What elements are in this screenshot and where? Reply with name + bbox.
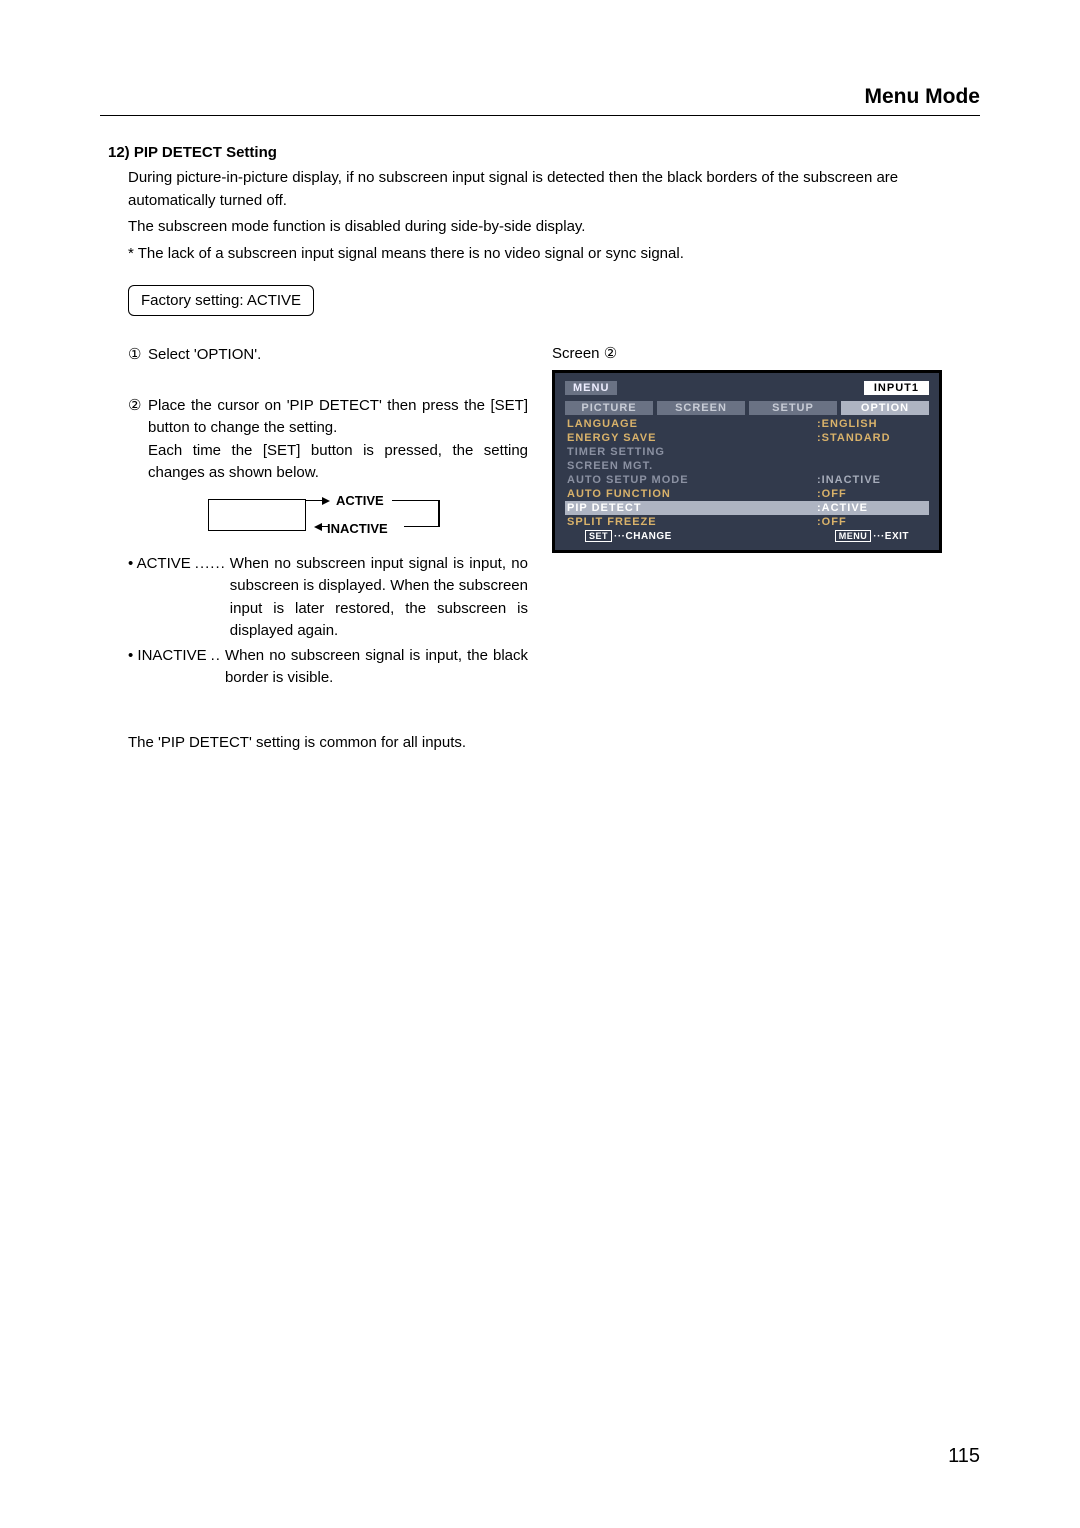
step-1-text: Select 'OPTION'. xyxy=(148,344,528,367)
osd-row-language-val: :ENGLISH xyxy=(817,418,927,430)
osd-row-auto-setup[interactable]: AUTO SETUP MODE :INACTIVE xyxy=(565,473,929,487)
common-note: The 'PIP DETECT' setting is common for a… xyxy=(128,734,528,751)
osd-tab-option[interactable]: OPTION xyxy=(841,401,929,415)
osd-menu: MENU INPUT1 PICTURE SCREEN SETUP OPTION … xyxy=(552,370,942,553)
osd-tab-picture[interactable]: PICTURE xyxy=(565,401,653,415)
osd-row-energy-val: :STANDARD xyxy=(817,432,927,444)
osd-row-pip-detect[interactable]: PIP DETECT :ACTIVE xyxy=(565,501,929,515)
paragraph-3: * The lack of a subscreen input signal m… xyxy=(128,243,980,266)
bullet-inactive-term: • INACTIVE xyxy=(128,645,207,690)
osd-input-badge: INPUT1 xyxy=(864,381,929,395)
left-column: ① Select 'OPTION'. ② Place the cursor on… xyxy=(128,344,528,751)
osd-row-split-freeze-key: SPLIT FREEZE xyxy=(567,516,817,528)
osd-row-split-freeze-val: :OFF xyxy=(817,516,927,528)
cycle-line-bot xyxy=(321,526,328,528)
osd-footer-exit-text: ···EXIT xyxy=(873,531,909,542)
osd-footer-change-text: ···CHANGE xyxy=(614,531,672,542)
osd-tabs: PICTURE SCREEN SETUP OPTION xyxy=(565,401,929,415)
bullet-active-term: • ACTIVE xyxy=(128,553,191,643)
cycle-line-bot-right xyxy=(404,526,440,528)
arrow-right-icon xyxy=(322,497,330,505)
osd-row-timer[interactable]: TIMER SETTING xyxy=(565,445,929,459)
osd-row-auto-setup-key: AUTO SETUP MODE xyxy=(567,474,817,486)
osd-menu-badge: MENU xyxy=(565,381,617,395)
screen-label: Screen ② xyxy=(552,344,980,362)
bullet-inactive-dots: .. xyxy=(211,645,221,690)
cycle-line-right-vert xyxy=(438,500,440,527)
osd-row-pip-detect-val: :ACTIVE xyxy=(817,502,927,514)
paragraph-1: During picture-in-picture display, if no… xyxy=(128,167,980,212)
page-header-title: Menu Mode xyxy=(100,85,980,116)
osd-row-split-freeze[interactable]: SPLIT FREEZE :OFF xyxy=(565,515,929,529)
cycle-label-inactive: INACTIVE xyxy=(327,521,388,536)
osd-tab-setup[interactable]: SETUP xyxy=(749,401,837,415)
osd-row-auto-function[interactable]: AUTO FUNCTION :OFF xyxy=(565,487,929,501)
step-2-line-1: Place the cursor on 'PIP DETECT' then pr… xyxy=(148,395,528,440)
step-2: ② Place the cursor on 'PIP DETECT' then … xyxy=(128,395,528,485)
step-2-body: Place the cursor on 'PIP DETECT' then pr… xyxy=(148,395,528,485)
osd-footer-menu-button: MENU xyxy=(835,530,872,542)
osd-row-timer-key: TIMER SETTING xyxy=(567,446,817,458)
bullet-active: • ACTIVE ...... When no subscreen input … xyxy=(128,553,528,643)
osd-row-energy-save[interactable]: ENERGY SAVE :STANDARD xyxy=(565,431,929,445)
osd-tab-screen[interactable]: SCREEN xyxy=(657,401,745,415)
arrow-left-icon xyxy=(314,523,322,531)
bullet-active-dots: ...... xyxy=(195,553,226,643)
section-heading: 12) PIP DETECT Setting xyxy=(108,144,980,161)
factory-setting-box: Factory setting: ACTIVE xyxy=(128,285,314,316)
cycle-diagram: ACTIVE INACTIVE xyxy=(208,493,448,537)
right-column: Screen ② MENU INPUT1 PICTURE SCREEN SETU… xyxy=(552,344,980,751)
osd-row-pip-detect-key: PIP DETECT xyxy=(567,502,817,514)
osd-footer-right: MENU···EXIT xyxy=(835,531,909,542)
page-number: 115 xyxy=(948,1445,980,1468)
osd-row-auto-function-val: :OFF xyxy=(817,488,927,500)
osd-footer: SET···CHANGE MENU···EXIT xyxy=(565,529,929,542)
osd-footer-set-button: SET xyxy=(585,530,612,542)
cycle-line-top-right xyxy=(392,500,440,502)
bullet-inactive-def: When no subscreen signal is input, the b… xyxy=(225,645,528,690)
osd-row-auto-setup-val: :INACTIVE xyxy=(817,474,927,486)
osd-row-screen-mgt-key: SCREEN MGT. xyxy=(567,460,817,472)
bullet-list: • ACTIVE ...... When no subscreen input … xyxy=(128,553,528,690)
osd-row-auto-function-key: AUTO FUNCTION xyxy=(567,488,817,500)
osd-row-energy-key: ENERGY SAVE xyxy=(567,432,817,444)
osd-footer-left: SET···CHANGE xyxy=(585,531,672,542)
step-1-number: ① xyxy=(128,344,148,367)
osd-row-screen-mgt[interactable]: SCREEN MGT. xyxy=(565,459,929,473)
step-2-line-2: Each time the [SET] button is pressed, t… xyxy=(148,440,528,485)
osd-row-language-key: LANGUAGE xyxy=(567,418,817,430)
cycle-label-active: ACTIVE xyxy=(336,493,384,508)
osd-row-screen-mgt-val xyxy=(817,460,927,472)
step-1: ① Select 'OPTION'. xyxy=(128,344,528,367)
bullet-active-def: When no subscreen input signal is input,… xyxy=(230,553,528,643)
osd-row-timer-val xyxy=(817,446,927,458)
paragraph-2: The subscreen mode function is disabled … xyxy=(128,216,980,239)
cycle-box xyxy=(208,499,306,531)
osd-row-language[interactable]: LANGUAGE :ENGLISH xyxy=(565,417,929,431)
bullet-inactive: • INACTIVE .. When no subscreen signal i… xyxy=(128,645,528,690)
step-2-number: ② xyxy=(128,395,148,485)
